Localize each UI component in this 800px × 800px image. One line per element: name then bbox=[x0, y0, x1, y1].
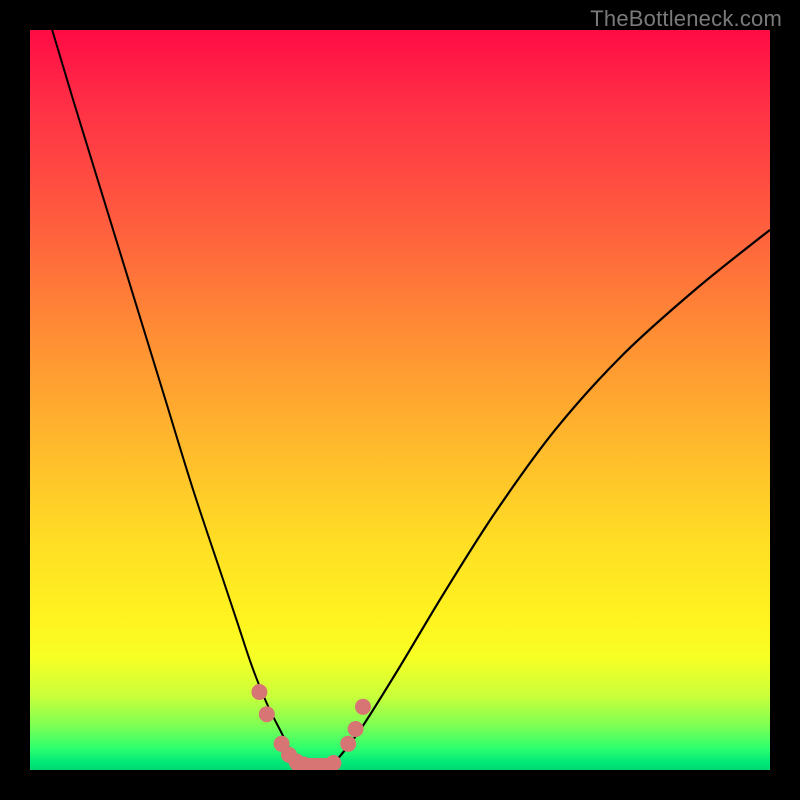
chart-svg bbox=[30, 30, 770, 770]
plot-area bbox=[30, 30, 770, 770]
marker-dot bbox=[355, 699, 371, 715]
bottleneck-markers bbox=[251, 684, 371, 770]
chart-root: TheBottleneck.com bbox=[0, 0, 800, 800]
watermark-text: TheBottleneck.com bbox=[590, 6, 782, 32]
curve-left-branch bbox=[52, 30, 311, 770]
marker-dot bbox=[348, 721, 364, 737]
curve-right-branch bbox=[326, 230, 770, 770]
marker-dot bbox=[259, 706, 275, 722]
marker-dot bbox=[340, 736, 356, 752]
marker-dot bbox=[251, 684, 267, 700]
